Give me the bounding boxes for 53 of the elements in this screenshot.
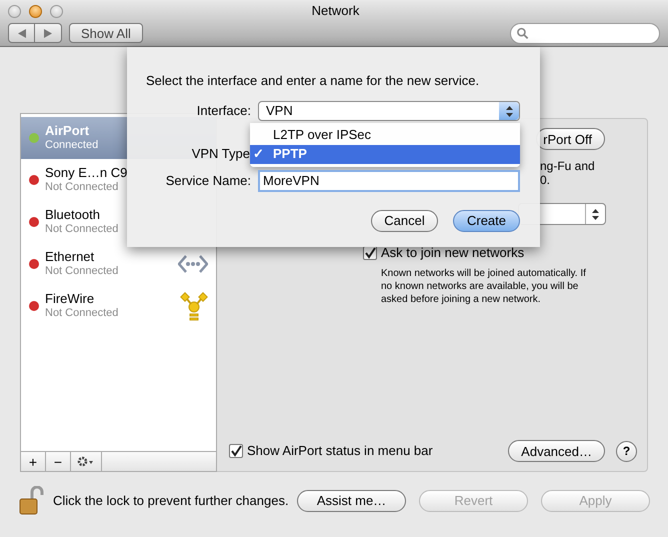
zoom-button[interactable] bbox=[50, 4, 63, 18]
minimize-button[interactable] bbox=[29, 4, 42, 18]
service-name: AirPort bbox=[45, 123, 90, 138]
service-status: Not Connected bbox=[45, 264, 118, 279]
help-button[interactable]: ? bbox=[616, 440, 637, 462]
ethernet-arrows-icon bbox=[178, 253, 208, 275]
check-mark: ✓ bbox=[253, 145, 264, 164]
updown-arrows-icon bbox=[506, 106, 512, 116]
close-button[interactable] bbox=[8, 4, 21, 18]
option-label: L2TP over IPSec bbox=[273, 126, 372, 144]
remove-service-button[interactable]: − bbox=[46, 452, 71, 471]
right-triangle-icon bbox=[44, 28, 52, 38]
service-name: Ethernet bbox=[45, 249, 94, 264]
service-item[interactable]: FireWire Not Connected bbox=[21, 285, 216, 327]
service-name: Sony E…n C9 bbox=[45, 165, 128, 180]
show-status-checkbox[interactable] bbox=[229, 444, 243, 458]
option-label: PPTP bbox=[273, 145, 307, 164]
forward-button[interactable] bbox=[35, 23, 62, 43]
sheet-button[interactable]: Create bbox=[453, 210, 520, 232]
updown-arrows-icon bbox=[592, 208, 599, 220]
back-button[interactable] bbox=[8, 23, 35, 43]
service-status: Not Connected bbox=[45, 306, 118, 321]
padlock-icon bbox=[18, 486, 46, 516]
service-status: Connected bbox=[45, 138, 98, 153]
ask-join-label: Ask to join new networks bbox=[381, 244, 524, 262]
ask-join-description: Known networks will be joined automatically. If no known networks are available, you will be asked before joining a new network. bbox=[381, 266, 587, 306]
gear-icon bbox=[77, 456, 95, 467]
interface-popup[interactable]: VPN bbox=[258, 101, 520, 121]
add-service-button[interactable]: + bbox=[21, 452, 46, 471]
service-status: Not Connected bbox=[45, 180, 118, 195]
service-name-label: Service Name: bbox=[164, 172, 252, 190]
service-status: Not Connected bbox=[45, 222, 118, 237]
advanced-button[interactable]: Advanced… bbox=[508, 440, 605, 462]
search-field[interactable] bbox=[510, 22, 660, 44]
footer-button[interactable]: Assist me… bbox=[297, 490, 406, 512]
sheet-button[interactable]: Cancel bbox=[371, 210, 438, 232]
service-name: Bluetooth bbox=[45, 207, 100, 222]
sheet-prompt: Select the interface and enter a name for the new service. bbox=[146, 72, 480, 90]
service-item[interactable]: Ethernet Not Connected bbox=[21, 243, 216, 285]
left-triangle-icon bbox=[18, 28, 26, 38]
status-text: ng-Fu and bbox=[540, 159, 596, 173]
service-item[interactable]: Bluetooth Not Connected bbox=[21, 201, 216, 243]
service-name: FireWire bbox=[45, 291, 94, 306]
lock-message: Click the lock to prevent further changes. bbox=[53, 492, 289, 510]
service-name-field[interactable]: MoreVPN bbox=[258, 170, 520, 192]
status-text: 0. bbox=[540, 173, 552, 187]
window-title: Network bbox=[310, 2, 360, 20]
vpn-type-option[interactable]: L2TP over IPSec bbox=[250, 126, 520, 144]
search-icon bbox=[517, 26, 529, 40]
show-status-label: Show AirPort status in menu bar bbox=[247, 442, 433, 460]
firewire-symbol-icon bbox=[180, 290, 208, 322]
vpn-type-option[interactable]: ✓ PPTP bbox=[250, 144, 520, 164]
show-all-button[interactable]: Show All bbox=[69, 23, 143, 43]
